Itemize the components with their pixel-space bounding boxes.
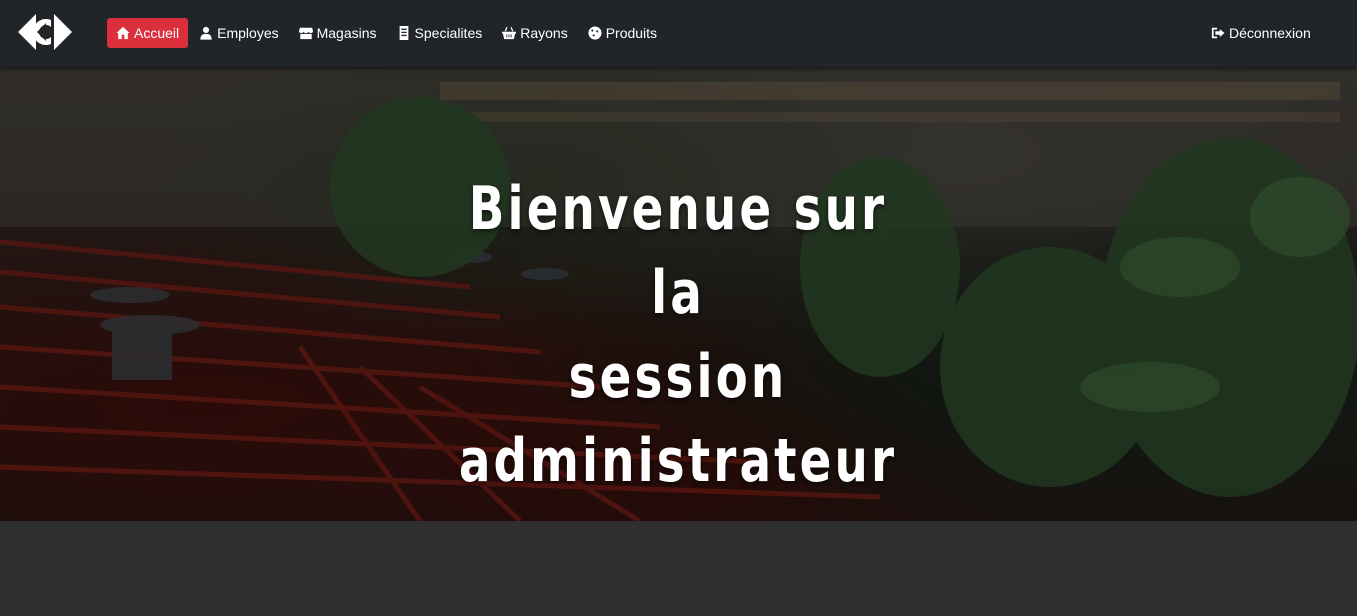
nav-item-label: Rayons	[520, 25, 568, 41]
nav-item-label: Magasins	[316, 25, 377, 41]
user-icon	[199, 26, 213, 40]
hero-title: Bienvenue sur la session administrateur	[444, 167, 912, 503]
nav-item-label: Employes	[217, 25, 279, 41]
store-icon	[298, 26, 313, 40]
nav-item-produits[interactable]: Produits	[579, 18, 666, 48]
cookie-icon	[588, 26, 602, 40]
nav-item-label: Produits	[605, 25, 658, 41]
hero-title-line: administrateur	[458, 426, 898, 496]
page-body	[0, 521, 1357, 616]
nav-item-specialites[interactable]: Specialites	[388, 18, 492, 48]
logout-label: Déconnexion	[1229, 25, 1311, 41]
hero-title-line: session	[568, 342, 788, 412]
nav-item-rayons[interactable]: Rayons	[493, 18, 576, 48]
nav-links: Accueil Employes Magasins Specialites Ra…	[107, 18, 668, 48]
nav-item-magasins[interactable]: Magasins	[290, 18, 386, 48]
hero-title-line: Bienvenue sur la	[468, 174, 888, 328]
home-icon	[116, 26, 130, 40]
nav-item-accueil[interactable]: Accueil	[107, 18, 189, 48]
basket-icon	[502, 26, 517, 40]
hero-banner: Bienvenue sur la session administrateur	[0, 67, 1357, 521]
carrefour-logo-icon[interactable]	[16, 12, 74, 52]
list-icon	[397, 26, 411, 40]
sign-out-icon	[1211, 26, 1225, 40]
logout-button[interactable]: Déconnexion	[1202, 18, 1320, 48]
nav-item-label: Specialites	[414, 25, 483, 41]
nav-item-employes[interactable]: Employes	[190, 18, 287, 48]
top-navbar: Accueil Employes Magasins Specialites Ra…	[0, 0, 1357, 67]
nav-item-label: Accueil	[134, 25, 180, 41]
